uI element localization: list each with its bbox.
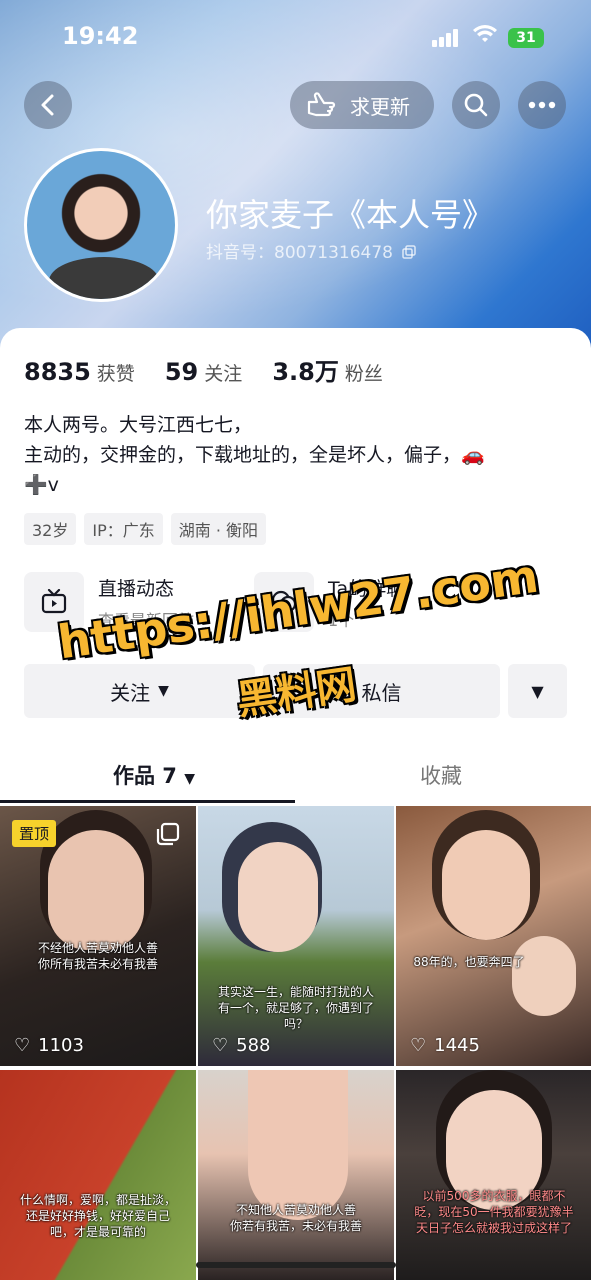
follow-label: 关注 (110, 680, 151, 705)
like-count-value: 1445 (434, 1035, 480, 1056)
caret-down-icon: ▼ (531, 681, 544, 701)
tab-works[interactable]: 作品 7 ▼ (113, 760, 195, 790)
profile-tags: 32岁 IP：广东 湖南 · 衡阳 (24, 513, 267, 545)
douyin-id-text: 抖音号：80071316478 (206, 243, 393, 263)
bio-line: 本人两号。大号江西七七， (24, 414, 253, 436)
chevron-down-icon: ▼ (158, 683, 169, 699)
heart-icon: ♡ (14, 1035, 31, 1056)
bio: 本人两号。大号江西七七， 主动的，交押金的，下载地址的，全是坏人，偏子，🚗 ➕v (24, 410, 564, 500)
like-count: ♡ 588 (212, 1035, 271, 1056)
video-caption: 其实这一生，能随时打扰的人 有一个，就足够了，你遇到了 吗？ (217, 985, 374, 1031)
content-tabs: 作品 7 ▼ 收藏 (0, 750, 591, 802)
video-tile[interactable]: 什么情啊，爱啊，都是扯淡， 还是好好挣钱，好好爱自己 吧，才是最可靠的 (0, 1070, 196, 1280)
likes-label: 获赞 (96, 363, 135, 385)
like-count: ♡ 1445 (410, 1035, 480, 1056)
request-update-label: 求更新 (350, 94, 410, 119)
search-button[interactable] (452, 81, 500, 129)
likes-stat[interactable]: 8835 获赞 (24, 358, 135, 386)
status-time: 19:42 (62, 22, 139, 50)
age-tag: 32岁 (24, 513, 77, 545)
more-dots-icon (528, 101, 556, 109)
video-caption: 什么情啊，爱啊，都是扯淡， 还是好好挣钱，好好爱自己 吧，才是最可靠的 (19, 1193, 176, 1239)
following-count: 59 (164, 358, 199, 386)
heart-icon: ♡ (410, 1035, 427, 1056)
video-tile[interactable]: 其实这一生，能随时打扰的人 有一个，就足够了，你遇到了 吗？ ♡ 588 (198, 806, 394, 1066)
video-caption: 不经他人苦莫劝他人善 你所有我苦未必有我善 (37, 941, 158, 971)
video-tile[interactable]: 不知他人苦莫劝他人善 你若有我苦，未必有我善 (198, 1070, 394, 1280)
following-label: 关注 (204, 363, 243, 385)
video-grid: 置顶 不经他人苦莫劝他人善 你所有我苦未必有我善 ♡ 1103 其实这一生，能随时… (0, 806, 591, 1280)
live-feed-title: 直播动态 (98, 577, 175, 600)
tab-works-label: 作品 7 (113, 764, 177, 788)
likes-count: 8835 (24, 358, 91, 386)
battery-indicator: 31 (508, 28, 544, 48)
pinned-badge: 置顶 (12, 820, 57, 847)
search-icon (464, 93, 488, 117)
cellular-signal-icon (432, 28, 464, 48)
video-tile[interactable]: 88年的，也要奔四了 ♡ 1445 (396, 806, 591, 1066)
chevron-left-icon (41, 94, 54, 116)
stats-row: 8835 获赞 59 关注 3.8万 粉丝 (24, 352, 407, 387)
hand-point-icon (307, 92, 336, 117)
douyin-id[interactable]: 抖音号：80071316478 (206, 238, 417, 263)
followers-label: 粉丝 (344, 363, 383, 385)
ip-tag: IP：广东 (84, 513, 163, 545)
copy-icon[interactable] (402, 245, 417, 259)
video-caption: 以前500多的衣服，眼都不 眨，现在50一件我都要犹豫半 天日子怎么就被我过成这… (414, 1189, 574, 1235)
like-count-value: 1103 (38, 1035, 84, 1056)
location-tag: 湖南 · 衡阳 (170, 513, 267, 545)
request-update-button[interactable]: 求更新 (290, 81, 434, 129)
video-caption: 不知他人苦莫劝他人善 你若有我苦，未必有我善 (229, 1203, 362, 1233)
bio-line: 主动的，交押金的，下载地址的，全是坏人，偏子，🚗 (24, 444, 485, 466)
active-tab-indicator (0, 800, 295, 803)
followers-stat[interactable]: 3.8万 粉丝 (272, 358, 383, 386)
following-stat[interactable]: 59 关注 (165, 358, 243, 386)
message-label: 私信 (361, 680, 402, 705)
bio-line: ➕v (24, 474, 59, 496)
like-count-value: 588 (236, 1035, 271, 1056)
home-indicator[interactable] (196, 1262, 396, 1268)
tab-favorites[interactable]: 收藏 (420, 760, 462, 790)
follow-button[interactable]: 关注 ▼ (24, 664, 255, 718)
profile-name: 你家麦子《本人号》 (206, 196, 495, 234)
heart-icon: ♡ (212, 1035, 229, 1056)
more-button[interactable] (518, 81, 566, 129)
video-tile[interactable]: 以前500多的衣服，眼都不 眨，现在50一件我都要犹豫半 天日子怎么就被我过成这… (396, 1070, 591, 1280)
like-count: ♡ 1103 (14, 1035, 84, 1056)
expand-button[interactable]: ▼ (508, 664, 567, 718)
back-button[interactable] (24, 81, 72, 129)
caret-down-icon: ▼ (184, 771, 196, 787)
multi-image-icon (156, 822, 180, 846)
video-caption: 88年的，也要奔四了 (413, 955, 525, 969)
wifi-icon (472, 24, 498, 50)
video-tile[interactable]: 置顶 不经他人苦莫劝他人善 你所有我苦未必有我善 ♡ 1103 (0, 806, 196, 1066)
followers-count: 3.8万 (272, 358, 339, 386)
avatar[interactable] (24, 148, 178, 302)
